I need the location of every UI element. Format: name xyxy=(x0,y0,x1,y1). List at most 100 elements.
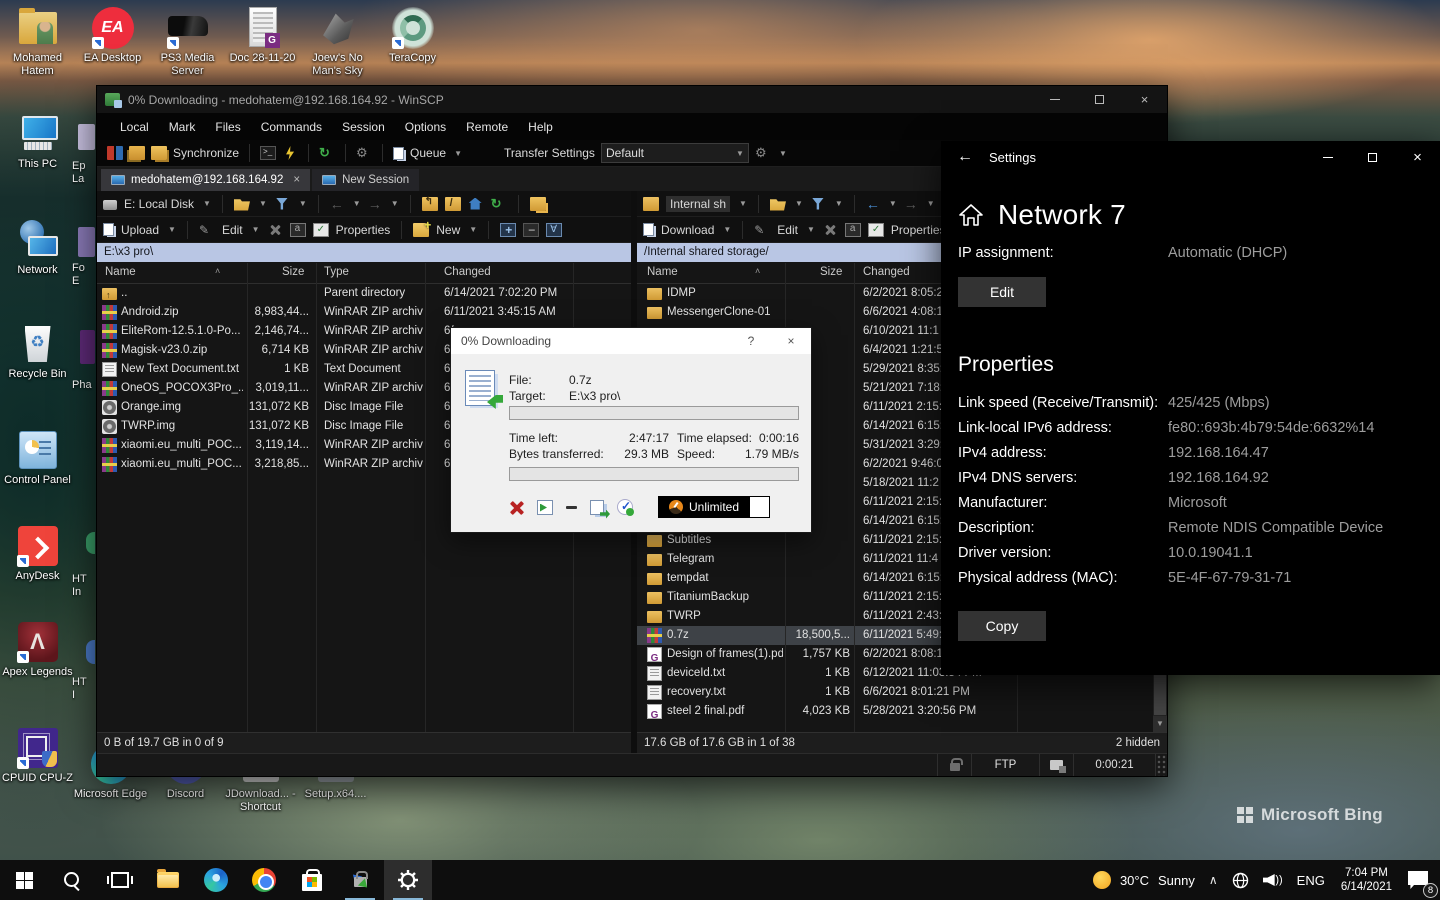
column-divider[interactable] xyxy=(425,263,426,732)
chevron-down-icon[interactable]: ▼ xyxy=(739,199,747,208)
column-header-changed[interactable]: Changed xyxy=(863,266,910,278)
minimize-dialog-button[interactable] xyxy=(566,506,577,509)
root-directory-icon[interactable] xyxy=(445,197,461,211)
desktop-icon[interactable]: EA Desktop xyxy=(75,6,150,96)
search-button[interactable] xyxy=(48,860,96,900)
desktop-icon[interactable]: Control Panel xyxy=(0,428,75,487)
delete-icon[interactable] xyxy=(267,223,283,237)
edge-button[interactable] xyxy=(192,860,240,900)
upload-icon[interactable] xyxy=(103,223,114,236)
preferences-icon[interactable] xyxy=(356,146,372,160)
edit-icon[interactable] xyxy=(199,223,215,237)
edit-ip-button[interactable]: Edit xyxy=(958,277,1046,307)
winscp-titlebar[interactable]: 0% Downloading - medohatem@192.168.164.9… xyxy=(97,86,1167,113)
properties-icon[interactable] xyxy=(868,223,884,237)
column-header-size[interactable]: Size xyxy=(820,266,842,278)
winscp-taskbar-button[interactable] xyxy=(336,860,384,900)
desktop-icon[interactable]: Doc 28-11-20 xyxy=(225,6,300,96)
minimize-button[interactable] xyxy=(1032,86,1077,113)
desktop-icon[interactable]: CPUID CPU-Z xyxy=(0,726,75,785)
unselect-icon[interactable] xyxy=(523,223,539,237)
properties-button[interactable]: Properties xyxy=(336,223,391,237)
microsoft-store-button[interactable] xyxy=(288,860,336,900)
new-session-tab[interactable]: New Session xyxy=(312,169,419,191)
filter-icon[interactable] xyxy=(274,197,290,211)
parent-directory-icon[interactable] xyxy=(422,197,438,211)
properties-icon[interactable] xyxy=(313,223,329,237)
home-directory-icon[interactable] xyxy=(468,197,484,211)
edit-button[interactable]: Edit xyxy=(777,223,798,237)
filter-icon[interactable] xyxy=(810,197,826,211)
file-row[interactable]: .. Parent directory 6/14/2021 7:02:20 PM xyxy=(97,284,631,303)
synchronize-button[interactable]: Synchronize xyxy=(173,146,239,160)
start-button[interactable] xyxy=(0,860,48,900)
tray-overflow-button[interactable]: ∧ xyxy=(1202,860,1225,900)
cancel-transfer-button[interactable] xyxy=(509,500,524,515)
forward-icon[interactable]: → xyxy=(368,196,382,212)
file-row[interactable]: steel 2 final.pdf 4,023 KB 5/28/2021 3:2… xyxy=(637,702,1167,721)
desktop-icon[interactable]: Network xyxy=(0,218,75,277)
partial-desktop-icon-label[interactable]: Pha xyxy=(72,379,95,392)
sync-browsing-icon[interactable] xyxy=(129,146,145,160)
clock-tray[interactable]: 7:04 PM 6/14/2021 xyxy=(1332,860,1401,900)
settings-titlebar[interactable]: ← Settings × xyxy=(941,141,1440,173)
dialog-titlebar[interactable]: 0% Downloading ? × xyxy=(451,328,811,354)
desktop-icon[interactable]: PS3 Media Server xyxy=(150,6,225,96)
column-header-size[interactable]: Size xyxy=(282,266,304,278)
column-divider[interactable] xyxy=(316,263,317,732)
action-center-button[interactable]: 8 xyxy=(1401,860,1440,900)
session-tab[interactable]: medohatem@192.168.164.92 × xyxy=(101,169,310,191)
file-explorer-button[interactable] xyxy=(144,860,192,900)
column-header-name[interactable]: Name xyxy=(647,266,678,278)
edit-icon[interactable] xyxy=(754,223,770,237)
column-header-changed[interactable]: Changed xyxy=(444,266,491,278)
menu-item[interactable]: Mark xyxy=(160,116,205,138)
language-tray-button[interactable]: ENG xyxy=(1290,860,1332,900)
synchronize-icon[interactable] xyxy=(151,146,167,160)
download-icon[interactable] xyxy=(643,223,654,236)
delete-icon[interactable] xyxy=(822,223,838,237)
new-button[interactable]: New xyxy=(436,223,460,237)
minimize-button[interactable] xyxy=(1305,141,1350,173)
directory-tree-icon[interactable] xyxy=(530,197,546,211)
chevron-down-icon[interactable]: ▼ xyxy=(203,199,211,208)
move-to-queue-button[interactable] xyxy=(590,500,604,515)
scroll-down-icon[interactable]: ▼ xyxy=(1153,716,1167,732)
forward-icon[interactable]: → xyxy=(904,196,918,212)
partial-desktop-icon-label[interactable]: HT I xyxy=(72,676,95,702)
partial-desktop-icon-label[interactable]: Fo E xyxy=(72,262,95,288)
edit-button[interactable]: Edit xyxy=(222,223,243,237)
download-button[interactable]: Download xyxy=(661,223,714,237)
volume-tray-button[interactable]: )) xyxy=(1256,860,1290,900)
menu-item[interactable]: Help xyxy=(519,116,562,138)
rename-icon[interactable] xyxy=(845,223,861,237)
close-tab-icon[interactable]: × xyxy=(293,174,300,186)
remote-drive-select[interactable]: Internal sh xyxy=(666,196,730,212)
chrome-button[interactable] xyxy=(240,860,288,900)
column-divider[interactable] xyxy=(854,263,855,732)
maximize-button[interactable] xyxy=(1350,141,1395,173)
menu-item[interactable]: Session xyxy=(333,116,394,138)
close-button[interactable]: × xyxy=(1395,141,1440,173)
weather-widget[interactable]: 30°C Sunny xyxy=(1086,860,1202,900)
properties-button[interactable]: Properties xyxy=(891,223,946,237)
task-view-button[interactable] xyxy=(96,860,144,900)
transfer-preset-select[interactable]: Default ▼ xyxy=(601,143,749,163)
new-icon[interactable] xyxy=(413,223,429,237)
open-directory-icon[interactable] xyxy=(770,197,786,211)
column-divider[interactable] xyxy=(247,263,248,732)
column-header-name[interactable]: Name xyxy=(105,266,136,278)
speed-limit-button[interactable]: Unlimited xyxy=(658,496,770,518)
chevron-down-icon[interactable]: ▼ xyxy=(779,149,787,158)
close-button[interactable]: × xyxy=(771,334,811,348)
rename-icon[interactable] xyxy=(290,223,306,237)
desktop-icon[interactable]: Mohamed Hatem xyxy=(0,6,75,96)
local-drive-select[interactable]: E: Local Disk xyxy=(124,197,194,211)
desktop-icon[interactable]: This PC xyxy=(0,112,75,171)
back-icon[interactable]: ← xyxy=(866,196,880,212)
close-button[interactable]: × xyxy=(1122,86,1167,113)
settings-taskbar-button[interactable] xyxy=(384,860,432,900)
speed-limit-dropdown[interactable] xyxy=(749,497,769,517)
select-all-icon[interactable] xyxy=(546,223,562,237)
back-icon[interactable]: ← xyxy=(941,148,989,166)
